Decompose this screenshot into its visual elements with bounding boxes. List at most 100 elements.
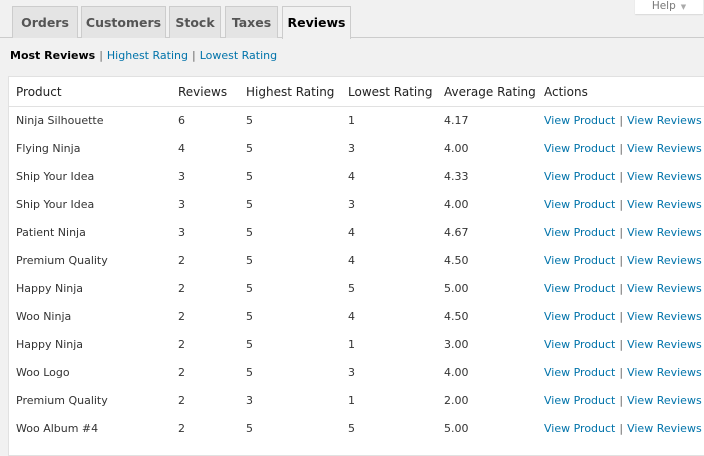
product-name: Patient Ninja [16, 226, 86, 239]
view-product-link[interactable]: View Product [544, 310, 615, 323]
product-name: Woo Album #4 [16, 422, 99, 435]
view-reviews-link[interactable]: View Reviews [627, 282, 702, 295]
review-count: 3 [178, 198, 185, 211]
view-reviews-link[interactable]: View Reviews [627, 170, 702, 183]
table-row: Woo Album #4 2 5 5 5.00 View Product | View Rev… [9, 415, 704, 443]
view-reviews-link[interactable]: View Reviews [627, 338, 702, 351]
average-rating: 3.00 [444, 338, 469, 351]
col-highest-rating: Highest Rating [246, 85, 335, 99]
separator: | [619, 282, 624, 295]
highest-rating: 3 [246, 394, 253, 407]
view-reviews-link[interactable]: View Reviews [627, 310, 702, 323]
view-product-link[interactable]: View Product [544, 254, 615, 267]
review-count: 6 [178, 114, 185, 127]
highest-rating: 5 [246, 338, 253, 351]
separator: | [619, 226, 624, 239]
average-rating: 2.00 [444, 394, 469, 407]
table-row: Happy Ninja 2 5 1 3.00 View Product | View Revi… [9, 331, 704, 359]
view-reviews-link[interactable]: View Reviews [627, 226, 702, 239]
highest-rating: 5 [246, 366, 253, 379]
view-reviews-link[interactable]: View Reviews [627, 422, 702, 435]
lowest-rating: 1 [348, 394, 355, 407]
lowest-rating: 3 [348, 366, 355, 379]
sort-lowest-rating[interactable]: Lowest Rating [200, 49, 277, 62]
highest-rating: 5 [246, 170, 253, 183]
view-product-link[interactable]: View Product [544, 226, 615, 239]
average-rating: 4.00 [444, 198, 469, 211]
average-rating: 5.00 [444, 282, 469, 295]
table-row: Happy Ninja 2 5 5 5.00 View Product | View Revi… [9, 275, 704, 303]
sort-highest-rating[interactable]: Highest Rating [107, 49, 188, 62]
highest-rating: 5 [246, 198, 253, 211]
view-reviews-link[interactable]: View Reviews [627, 114, 702, 127]
separator: | [619, 338, 624, 351]
average-rating: 4.33 [444, 170, 469, 183]
row-actions: View Product | View Reviews [544, 107, 702, 135]
average-rating: 4.00 [444, 366, 469, 379]
table-row: Premium Quality 2 3 1 2.00 View Product | View … [9, 387, 704, 415]
view-product-link[interactable]: View Product [544, 114, 615, 127]
view-reviews-link[interactable]: View Reviews [627, 394, 702, 407]
view-product-link[interactable]: View Product [544, 338, 615, 351]
lowest-rating: 1 [348, 338, 355, 351]
review-count: 2 [178, 338, 185, 351]
average-rating: 4.50 [444, 310, 469, 323]
highest-rating: 5 [246, 142, 253, 155]
row-actions: View Product | View Reviews [544, 415, 702, 443]
view-product-link[interactable]: View Product [544, 394, 615, 407]
highest-rating: 5 [246, 422, 253, 435]
view-product-link[interactable]: View Product [544, 142, 615, 155]
table-row: Woo Ninja 2 5 4 4.50 View Product | View Review… [9, 303, 704, 331]
row-actions: View Product | View Reviews [544, 359, 702, 387]
tab-taxes[interactable]: Taxes [225, 6, 278, 38]
separator: | [619, 198, 624, 211]
lowest-rating: 3 [348, 198, 355, 211]
col-average-rating: Average Rating [444, 85, 536, 99]
highest-rating: 5 [246, 226, 253, 239]
tab-orders[interactable]: Orders [12, 6, 78, 38]
separator: | [619, 394, 624, 407]
view-product-link[interactable]: View Product [544, 422, 615, 435]
product-name: Woo Logo [16, 366, 70, 379]
average-rating: 4.00 [444, 142, 469, 155]
tab-customers[interactable]: Customers [81, 6, 166, 38]
highest-rating: 5 [246, 310, 253, 323]
row-actions: View Product | View Reviews [544, 191, 702, 219]
product-name: Ninja Silhouette [16, 114, 104, 127]
col-lowest-rating: Lowest Rating [348, 85, 433, 99]
view-reviews-link[interactable]: View Reviews [627, 254, 702, 267]
col-actions: Actions [544, 85, 588, 99]
col-reviews: Reviews [178, 85, 228, 99]
review-count: 3 [178, 226, 185, 239]
lowest-rating: 4 [348, 310, 355, 323]
row-actions: View Product | View Reviews [544, 247, 702, 275]
view-product-link[interactable]: View Product [544, 282, 615, 295]
view-product-link[interactable]: View Product [544, 198, 615, 211]
average-rating: 4.50 [444, 254, 469, 267]
tab-reviews[interactable]: Reviews [282, 6, 351, 39]
view-product-link[interactable]: View Product [544, 366, 615, 379]
product-name: Ship Your Idea [16, 170, 95, 183]
col-product: Product [16, 85, 62, 99]
row-actions: View Product | View Reviews [544, 387, 702, 415]
review-count: 3 [178, 170, 185, 183]
product-name: Happy Ninja [16, 338, 84, 351]
view-product-link[interactable]: View Product [544, 170, 615, 183]
highest-rating: 5 [246, 114, 253, 127]
product-name: Flying Ninja [16, 142, 81, 155]
product-name: Premium Quality [16, 394, 108, 407]
review-count: 4 [178, 142, 185, 155]
lowest-rating: 4 [348, 254, 355, 267]
review-sort-nav: Most Reviews | Highest Rating | Lowest Ratin… [10, 49, 278, 62]
lowest-rating: 4 [348, 226, 355, 239]
report-tabs: Orders Customers Stock Taxes Reviews [0, 6, 704, 39]
separator: | [619, 310, 624, 323]
separator: | [619, 114, 624, 127]
lowest-rating: 4 [348, 170, 355, 183]
view-reviews-link[interactable]: View Reviews [627, 198, 702, 211]
view-reviews-link[interactable]: View Reviews [627, 142, 702, 155]
table-row: Premium Quality 2 5 4 4.50 View Product | View … [9, 247, 704, 275]
highest-rating: 5 [246, 282, 253, 295]
view-reviews-link[interactable]: View Reviews [627, 366, 702, 379]
tab-stock[interactable]: Stock [169, 6, 221, 38]
